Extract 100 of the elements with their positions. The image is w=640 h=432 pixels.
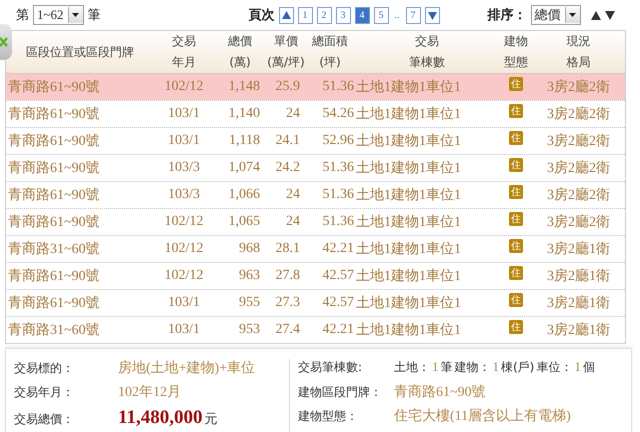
table-cell-text: 3房2廳2衛	[546, 159, 611, 177]
sort-label: 排序：	[488, 6, 527, 24]
table-cell-text: 27.8	[274, 268, 301, 284]
count-unit: 個	[582, 359, 595, 376]
table-cell-text: 51.36	[322, 79, 354, 95]
table-cell-text: 51.36	[322, 160, 354, 176]
count-value: 1	[574, 359, 581, 375]
detail-label: 交易總價：	[14, 411, 75, 428]
table-cell-text: 青商路31~60號	[7, 240, 101, 258]
type-badge: 住	[509, 104, 523, 118]
page-button[interactable]: 1	[298, 6, 313, 24]
type-badge: 住	[509, 131, 523, 145]
table-cell-text: 青商路61~90號	[7, 186, 101, 204]
detail-label: 交易筆棟數:	[298, 359, 364, 376]
table-cell-text: 3房2廳2衛	[546, 132, 611, 150]
page-button[interactable]: 4	[354, 6, 370, 24]
table-cell-text: 1,140	[228, 106, 261, 122]
page-button[interactable]: 3	[336, 6, 351, 24]
sort-descending-icon[interactable]	[604, 10, 615, 20]
type-badge: 住	[509, 77, 523, 91]
table-cell-text: 27.3	[274, 295, 301, 311]
page-button[interactable]: 5	[374, 6, 389, 24]
table-cell-text: 青商路61~90號	[7, 294, 101, 312]
table-cell-text: 103/1	[167, 295, 201, 311]
column-header: (萬/坪)	[267, 54, 305, 71]
table-cell-text: 51.36	[322, 214, 354, 230]
detail-value: 房地(土地+建物)+車位	[118, 359, 256, 377]
table-cell-text: 1,065	[228, 214, 261, 230]
range-prefix: 第	[16, 6, 29, 24]
previous-page-button[interactable]	[278, 6, 294, 24]
table-row[interactable]: 青商路61~90號 102/12 1,148 25.9 51.36土地1建物1車位1 住 3房2廳2衛	[6, 73, 625, 100]
column-header: (坪)	[319, 54, 341, 71]
column-header: 型態	[504, 54, 528, 71]
detail-value: 102年12月	[118, 384, 182, 401]
detail-value: 住宅大樓(11層含以上有電梯)	[394, 407, 572, 425]
table-cell-text: 42.21	[322, 241, 354, 257]
count-label: 車位：	[536, 359, 572, 376]
table-cell-text: 27.4	[274, 322, 301, 338]
table-cell-text: 3房2廳1衛	[546, 240, 611, 258]
type-badge: 住	[509, 266, 523, 280]
table-cell-text: 103/1	[167, 106, 201, 122]
table-cell-text: 102/12	[164, 268, 204, 284]
table-cell-text: 102/12	[164, 79, 204, 95]
table-cell-text: 土地1建物1車位1	[355, 268, 462, 285]
table-cell-text: 42.57	[322, 295, 354, 311]
type-badge: 住	[509, 293, 523, 307]
count-unit: 棟(戶)	[501, 359, 534, 376]
table-cell-text: 1,118	[228, 133, 261, 149]
detail-label: 交易年月：	[14, 384, 75, 401]
column-header: (萬)	[229, 54, 251, 71]
next-page-button[interactable]	[424, 6, 440, 24]
table-cell-text: 3房2廳2衛	[546, 186, 611, 204]
table-cell-text: 42.21	[322, 322, 354, 338]
caret-icon	[72, 13, 80, 17]
type-badge: 住	[509, 185, 523, 199]
column-header: 交易	[415, 33, 439, 50]
page-gap: ..	[394, 10, 401, 20]
table-cell-text: 土地1建物1車位1	[355, 186, 462, 204]
table-cell-text: 24	[285, 214, 301, 230]
column-header: 年月	[172, 54, 196, 71]
count-label: 土地：	[394, 359, 430, 376]
sort-select[interactable]: 總價	[530, 5, 581, 25]
range-select[interactable]: 1~62	[33, 5, 84, 25]
table-cell-text: 3房2廳2衛	[546, 78, 611, 96]
table-cell-text: 青商路31~60號	[7, 321, 101, 339]
page-button[interactable]: 2	[316, 6, 332, 24]
table-cell-text: 955	[238, 295, 261, 311]
detail-label: 建物區段門牌：	[298, 384, 383, 401]
table-cell-text: 54.26	[322, 106, 354, 122]
table-cell-text: 青商路61~90號	[7, 213, 101, 231]
range-suffix: 筆	[88, 6, 101, 24]
table-cell-text: 青商路61~90號	[7, 105, 101, 123]
table-cell-text: 102/12	[164, 214, 204, 230]
table-cell-text: 土地1建物1車位1	[355, 214, 462, 231]
table-cell-text: 土地1建物1車位1	[355, 240, 462, 258]
table-cell-text: 24.2	[274, 160, 301, 176]
column-header: 筆棟數	[409, 54, 445, 71]
caret-icon	[569, 13, 576, 17]
table-cell-text: 3房2廳2衛	[546, 213, 611, 231]
table-cell-text: 3房2廳1衛	[546, 294, 611, 312]
table-cell-text: 102/12	[164, 241, 204, 257]
sort-ascending-icon[interactable]	[590, 10, 601, 20]
count-value: 1	[492, 359, 499, 375]
table-cell-text: 3房2廳1衛	[546, 267, 611, 285]
table-cell-text: 25.9	[274, 79, 301, 95]
column-header: 建物	[504, 33, 528, 50]
table-cell-text: 土地1建物1車位1	[355, 106, 462, 123]
table-cell-text: 103/3	[167, 187, 201, 203]
table-cell-text: 1,066	[228, 187, 261, 203]
column-header: 交易	[172, 33, 196, 50]
table-cell-text: 1,074	[228, 160, 261, 176]
table-cell-text: 3房2廳1衛	[546, 321, 611, 339]
page-button[interactable]: 7	[406, 6, 421, 24]
table-cell-text: 土地1建物1車位1	[355, 160, 462, 177]
column-header: 現況	[566, 33, 590, 50]
column-header: 總價	[228, 33, 252, 50]
price-unit: 元	[204, 411, 218, 426]
detail-label: 建物型態：	[298, 408, 359, 425]
table-cell-text: 24	[285, 106, 301, 122]
close-icon	[0, 37, 8, 47]
